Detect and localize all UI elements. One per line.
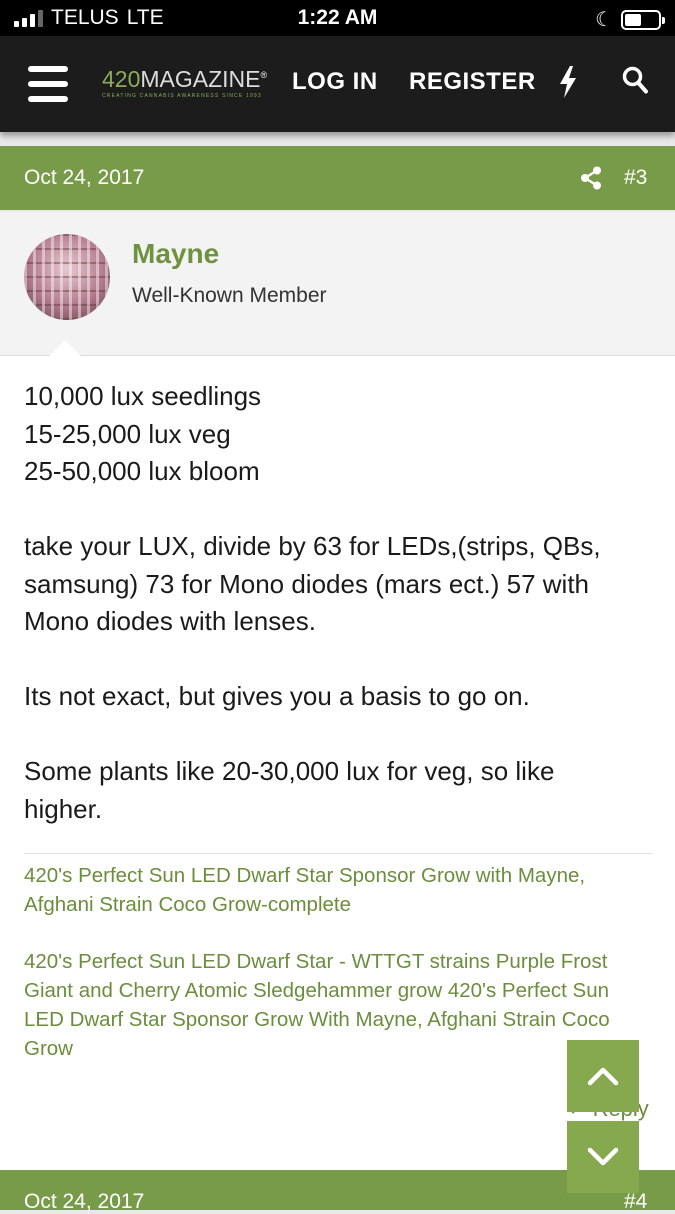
- post-date[interactable]: Oct 24, 2017: [24, 166, 144, 190]
- signature-link-2[interactable]: 420's Perfect Sun LED Dwarf Star - WTTGT…: [24, 947, 654, 1063]
- battery-icon: [621, 9, 665, 30]
- message-line: higher.: [24, 793, 103, 824]
- login-link[interactable]: LOG IN: [292, 68, 378, 96]
- message-line: 15-25,000 lux veg: [24, 418, 231, 449]
- chevron-up-icon: [587, 1067, 619, 1086]
- logo-number: 420: [102, 66, 141, 92]
- site-logo[interactable]: 420 MAGAZINE ® CREATING CANNABIS AWARENESS…: [102, 66, 267, 99]
- author-title: Well-Known Member: [132, 284, 327, 307]
- scroll-to-bottom-button[interactable]: [567, 1121, 639, 1193]
- logo-tagline: CREATING CANNABIS AWARENESS SINCE 1993: [102, 93, 262, 99]
- post-number[interactable]: #3: [624, 166, 647, 190]
- message-line: Some plants like 20-30,000 lux for veg, …: [24, 756, 555, 786]
- next-post-number[interactable]: #4: [624, 1190, 647, 1214]
- post-header: Oct 24, 2017 #3: [0, 146, 675, 210]
- signature-divider: [24, 853, 652, 854]
- search-icon[interactable]: [622, 66, 648, 99]
- scroll-to-top-button[interactable]: [567, 1040, 639, 1112]
- lightning-icon[interactable]: [557, 66, 579, 103]
- status-bar: TELUS LTE 1:22 AM ☾: [0, 0, 675, 36]
- clock: 1:22 AM: [297, 6, 378, 29]
- message-line: 10,000 lux seedlings: [24, 381, 262, 411]
- do-not-disturb-icon: ☾: [595, 9, 613, 31]
- menu-icon[interactable]: [28, 66, 68, 102]
- chevron-down-icon: [587, 1147, 619, 1166]
- message-content: 10,000 lux seedlings 15-25,000 lux veg 2…: [24, 378, 654, 828]
- author-name[interactable]: Mayne: [132, 238, 219, 270]
- status-icons: ☾: [595, 7, 665, 32]
- register-link[interactable]: REGISTER: [409, 68, 536, 96]
- signature-link-1[interactable]: 420's Perfect Sun LED Dwarf Star Sponsor…: [24, 861, 654, 919]
- top-navbar: 420 MAGAZINE ® CREATING CANNABIS AWARENESS…: [0, 36, 675, 132]
- author-block: Mayne Well-Known Member: [0, 212, 675, 357]
- message-line: samsung) 73 for Mono diodes (mars ect.) …: [24, 568, 590, 599]
- message-line: 25-50,000 lux bloom: [24, 456, 260, 486]
- avatar[interactable]: [24, 234, 110, 320]
- speech-notch: [48, 340, 82, 357]
- message-line: Mono diodes with lenses.: [24, 606, 316, 636]
- message-line: take your LUX, divide by 63 for LEDs,(st…: [24, 531, 601, 561]
- next-post-date[interactable]: Oct 24, 2017: [24, 1190, 144, 1214]
- message-line: Its not exact, but gives you a basis to …: [24, 681, 530, 711]
- logo-word: MAGAZINE: [140, 66, 261, 92]
- share-icon[interactable]: [580, 166, 602, 195]
